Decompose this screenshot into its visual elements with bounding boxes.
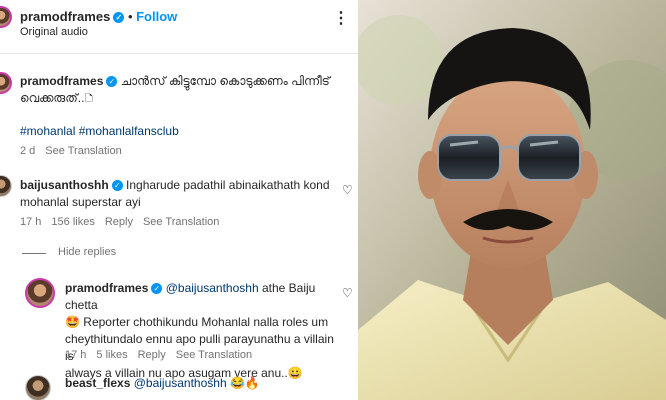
comment-text-line1: Ingharude padathil abinaikathath kond	[126, 178, 330, 192]
caption-author-avatar[interactable]	[0, 72, 12, 94]
mention-link[interactable]: @baijusanthoshh	[134, 376, 227, 390]
mention-link[interactable]: @baijusanthoshh	[166, 281, 259, 295]
commenter-avatar[interactable]	[0, 175, 12, 197]
portrait-image	[358, 0, 666, 400]
verified-icon: ✓	[106, 76, 118, 87]
reply-author-avatar[interactable]	[25, 375, 51, 400]
see-translation-link[interactable]: See Translation	[143, 216, 219, 228]
post-author-name[interactable]: pramodframes	[20, 9, 110, 24]
reply-button[interactable]: Reply	[105, 216, 133, 228]
reply: beast_flexs @baijusanthoshh 😂🔥	[65, 375, 340, 392]
reply: pramodframes ✓ @baijusanthoshh athe Baiju…	[65, 280, 340, 382]
comment: baijusanthoshh ✓ Ingharude padathil abina…	[20, 177, 340, 211]
comment-age: 17 h	[20, 216, 42, 228]
reply-meta: 17 h 5 likes Reply See Translation	[65, 349, 262, 361]
like-icon[interactable]: ♡	[342, 183, 353, 197]
comment-likes[interactable]: 156 likes	[51, 216, 94, 228]
reply-button[interactable]: Reply	[138, 349, 166, 361]
verified-icon: ✓	[111, 180, 123, 191]
follow-button[interactable]: Follow	[136, 9, 177, 24]
reply-emoji: 😂🔥	[229, 376, 260, 390]
replies-line	[22, 253, 46, 254]
comment-meta: 17 h 156 likes Reply See Translation	[20, 216, 229, 228]
comments-panel: pramodframes ✓ • Follow Original audio ⋮ …	[0, 0, 358, 400]
caption: pramodframes ✓ ചാൻസ് കിട്ടുമ്പോ കൊടുക്കണം…	[20, 73, 350, 107]
post-author[interactable]: pramodframes ✓ • Follow	[20, 9, 177, 24]
verified-icon: ✓	[113, 12, 125, 23]
reply-author-avatar[interactable]	[25, 278, 55, 308]
see-translation-link[interactable]: See Translation	[176, 349, 252, 361]
actor-photo	[358, 0, 666, 400]
comment-text-line2: mohanlal superstar ayi	[20, 195, 141, 209]
see-translation-link[interactable]: See Translation	[45, 145, 121, 157]
comment-author[interactable]: baijusanthoshh	[20, 178, 109, 192]
reply-author[interactable]: pramodframes	[65, 281, 148, 295]
more-options-icon[interactable]: ⋮	[333, 8, 349, 28]
reply-text-line2: 🤩 Reporter chothikundu Mohanlal nalla ro…	[65, 315, 329, 329]
post-author-avatar[interactable]	[0, 6, 12, 28]
verified-icon: ✓	[151, 283, 163, 294]
like-icon[interactable]: ♡	[342, 286, 353, 300]
audio-label[interactable]: Original audio	[20, 26, 88, 38]
hide-replies-button[interactable]: Hide replies	[58, 246, 116, 258]
caption-author[interactable]: pramodframes	[20, 74, 103, 88]
reply-author[interactable]: beast_flexs	[65, 376, 130, 390]
reply-age: 17 h	[65, 349, 87, 361]
caption-age: 2 d	[20, 145, 36, 157]
reply-likes[interactable]: 5 likes	[96, 349, 127, 361]
divider	[0, 53, 358, 54]
caption-meta: 2 d See Translation	[20, 145, 132, 157]
hashtags[interactable]: #mohanlal #mohanlalfansclub	[20, 123, 179, 140]
